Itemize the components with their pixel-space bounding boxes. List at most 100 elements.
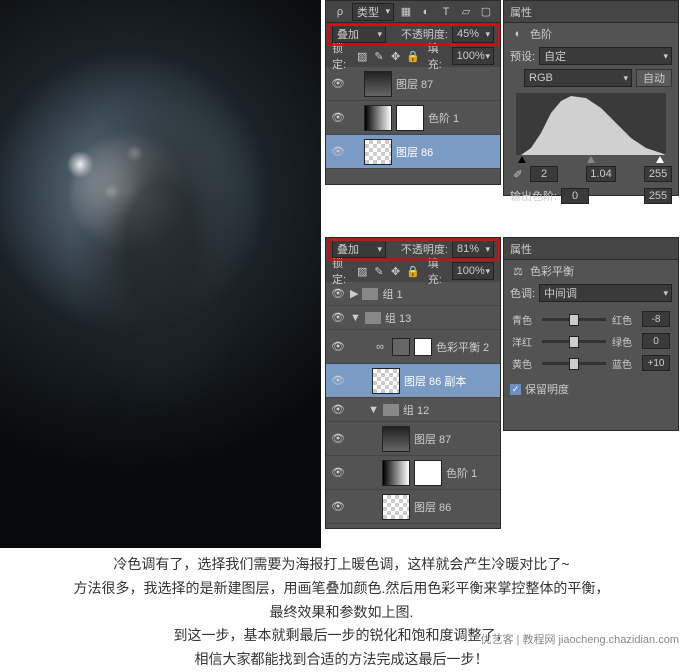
layer-thumb[interactable] bbox=[382, 426, 410, 452]
visibility-icon[interactable]: 👁 bbox=[330, 145, 346, 158]
layer-name[interactable]: 色阶 1 bbox=[446, 465, 477, 481]
blend-mode-select[interactable]: 叠加 bbox=[332, 25, 386, 43]
layer-name[interactable]: 图层 86 副本 bbox=[404, 373, 466, 389]
tone-label: 色调: bbox=[510, 285, 535, 301]
histogram[interactable] bbox=[516, 93, 666, 155]
output-label: 输出色阶: bbox=[510, 188, 557, 204]
slider-right-label: 蓝色 bbox=[612, 356, 636, 371]
lock-transparent-icon[interactable]: ▨ bbox=[356, 263, 369, 279]
lock-all-icon[interactable]: 🔒 bbox=[406, 48, 420, 64]
layer-row[interactable]: 👁 图层 86 bbox=[326, 490, 500, 524]
layer-row-selected[interactable]: 👁 图层 86 副本 bbox=[326, 364, 500, 398]
layer-name[interactable]: 图层 86 bbox=[396, 144, 433, 160]
layer-row[interactable]: 👁 色阶 1 bbox=[326, 101, 500, 135]
output-hi[interactable]: 255 bbox=[644, 188, 672, 204]
eyedropper-black-icon[interactable]: ✐ bbox=[510, 166, 526, 182]
slider-value[interactable]: +10 bbox=[642, 355, 670, 371]
kind-icon[interactable]: ρ bbox=[332, 4, 348, 20]
layer-name[interactable]: 图层 87 bbox=[396, 76, 433, 92]
preset-select[interactable]: 自定 bbox=[539, 47, 672, 65]
visibility-icon[interactable]: 👁 bbox=[330, 77, 346, 90]
expand-icon[interactable]: ▶ bbox=[350, 287, 358, 300]
visibility-icon[interactable]: 👁 bbox=[330, 432, 346, 445]
visibility-icon[interactable]: 👁 bbox=[330, 287, 346, 300]
layer-name[interactable]: 图层 87 bbox=[414, 431, 451, 447]
lock-move-icon[interactable]: ✥ bbox=[389, 263, 402, 279]
kind-select[interactable]: 类型 bbox=[352, 3, 394, 21]
mask-thumb[interactable] bbox=[414, 460, 442, 486]
highlight-slider[interactable] bbox=[656, 156, 664, 163]
visibility-icon[interactable]: 👁 bbox=[330, 111, 346, 124]
slider-track[interactable] bbox=[542, 318, 606, 321]
layer-row[interactable]: 👁 ∞ 色彩平衡 2 bbox=[326, 330, 500, 364]
panel-tab[interactable]: 属性 bbox=[510, 4, 532, 20]
auto-button[interactable]: 自动 bbox=[636, 69, 672, 87]
opacity-value[interactable]: 81% bbox=[452, 240, 494, 258]
mid-input[interactable]: 1.04 bbox=[586, 166, 615, 182]
link-icon[interactable]: ∞ bbox=[372, 339, 388, 355]
adj-thumb[interactable] bbox=[364, 105, 392, 131]
layer-row[interactable]: 👁 图层 87 bbox=[326, 67, 500, 101]
slider-track[interactable] bbox=[542, 340, 606, 343]
adj-thumb[interactable] bbox=[392, 338, 410, 356]
shadow-slider[interactable] bbox=[518, 156, 526, 163]
fill-label: 填充: bbox=[428, 255, 448, 287]
filter-adjust-icon[interactable]: ◐ bbox=[418, 4, 434, 20]
collapse-icon[interactable]: ▼ bbox=[368, 404, 379, 416]
lock-move-icon[interactable]: ✥ bbox=[389, 48, 402, 64]
layer-row[interactable]: 👁 色阶 1 bbox=[326, 456, 500, 490]
group-row[interactable]: 👁 ▼ 组 13 bbox=[326, 306, 500, 330]
mask-thumb[interactable] bbox=[414, 338, 432, 356]
visibility-icon[interactable]: 👁 bbox=[330, 311, 346, 324]
filter-pixel-icon[interactable]: ▦ bbox=[398, 4, 414, 20]
filter-type-icon[interactable]: T bbox=[438, 4, 454, 20]
group-row[interactable]: 👁 ▶ 组 1 bbox=[326, 282, 500, 306]
lock-brush-icon[interactable]: ✎ bbox=[373, 48, 386, 64]
shadows-input[interactable]: 2 bbox=[530, 166, 558, 182]
slider-left-label: 青色 bbox=[512, 312, 536, 327]
visibility-icon[interactable]: 👁 bbox=[330, 403, 346, 416]
adj-thumb[interactable] bbox=[382, 460, 410, 486]
layer-thumb[interactable] bbox=[382, 494, 410, 520]
output-lo[interactable]: 0 bbox=[561, 188, 589, 204]
mid-slider[interactable] bbox=[587, 156, 595, 163]
lock-brush-icon[interactable]: ✎ bbox=[373, 263, 386, 279]
layer-row-selected[interactable]: 👁 图层 86 bbox=[326, 135, 500, 169]
blend-mode-select[interactable]: 叠加 bbox=[332, 240, 386, 258]
panel-tab[interactable]: 属性 bbox=[510, 241, 532, 257]
channel-select[interactable]: RGB bbox=[524, 69, 632, 87]
lock-transparent-icon[interactable]: ▨ bbox=[356, 48, 369, 64]
adjustment-title-row: ⚖ 色彩平衡 bbox=[504, 260, 678, 282]
visibility-icon[interactable]: 👁 bbox=[330, 340, 346, 353]
layer-thumb[interactable] bbox=[364, 71, 392, 97]
fill-value[interactable]: 100% bbox=[452, 262, 494, 280]
opacity-value[interactable]: 45% bbox=[452, 25, 494, 43]
layer-name[interactable]: 组 13 bbox=[385, 310, 411, 326]
preserve-luminosity-label[interactable]: 保留明度 bbox=[525, 381, 569, 397]
layer-name[interactable]: 色阶 1 bbox=[428, 110, 459, 126]
layer-row[interactable]: 👁 图层 87 bbox=[326, 422, 500, 456]
layer-thumb[interactable] bbox=[372, 368, 400, 394]
layer-name[interactable]: 色彩平衡 2 bbox=[436, 339, 489, 355]
filter-smart-icon[interactable]: ▢ bbox=[478, 4, 494, 20]
slider-track[interactable] bbox=[542, 362, 606, 365]
checkbox-icon[interactable]: ✓ bbox=[510, 384, 521, 395]
collapse-icon[interactable]: ▼ bbox=[350, 312, 361, 324]
layer-name[interactable]: 组 12 bbox=[403, 402, 429, 418]
layer-thumb[interactable] bbox=[364, 139, 392, 165]
highlights-input[interactable]: 255 bbox=[644, 166, 672, 182]
visibility-icon[interactable]: 👁 bbox=[330, 500, 346, 513]
visibility-icon[interactable]: 👁 bbox=[330, 466, 346, 479]
filter-shape-icon[interactable]: ▱ bbox=[458, 4, 474, 20]
layer-name[interactable]: 组 1 bbox=[382, 286, 402, 302]
group-row[interactable]: 👁 ▼ 组 12 bbox=[326, 398, 500, 422]
slider-value[interactable]: 0 bbox=[642, 333, 670, 349]
fill-value[interactable]: 100% bbox=[452, 47, 494, 65]
slider-value[interactable]: -8 bbox=[642, 311, 670, 327]
tone-row: 色调: 中间调 bbox=[504, 282, 678, 304]
layer-name[interactable]: 图层 86 bbox=[414, 499, 451, 515]
tone-select[interactable]: 中间调 bbox=[539, 284, 672, 302]
lock-all-icon[interactable]: 🔒 bbox=[406, 263, 420, 279]
visibility-icon[interactable]: 👁 bbox=[330, 374, 346, 387]
mask-thumb[interactable] bbox=[396, 105, 424, 131]
